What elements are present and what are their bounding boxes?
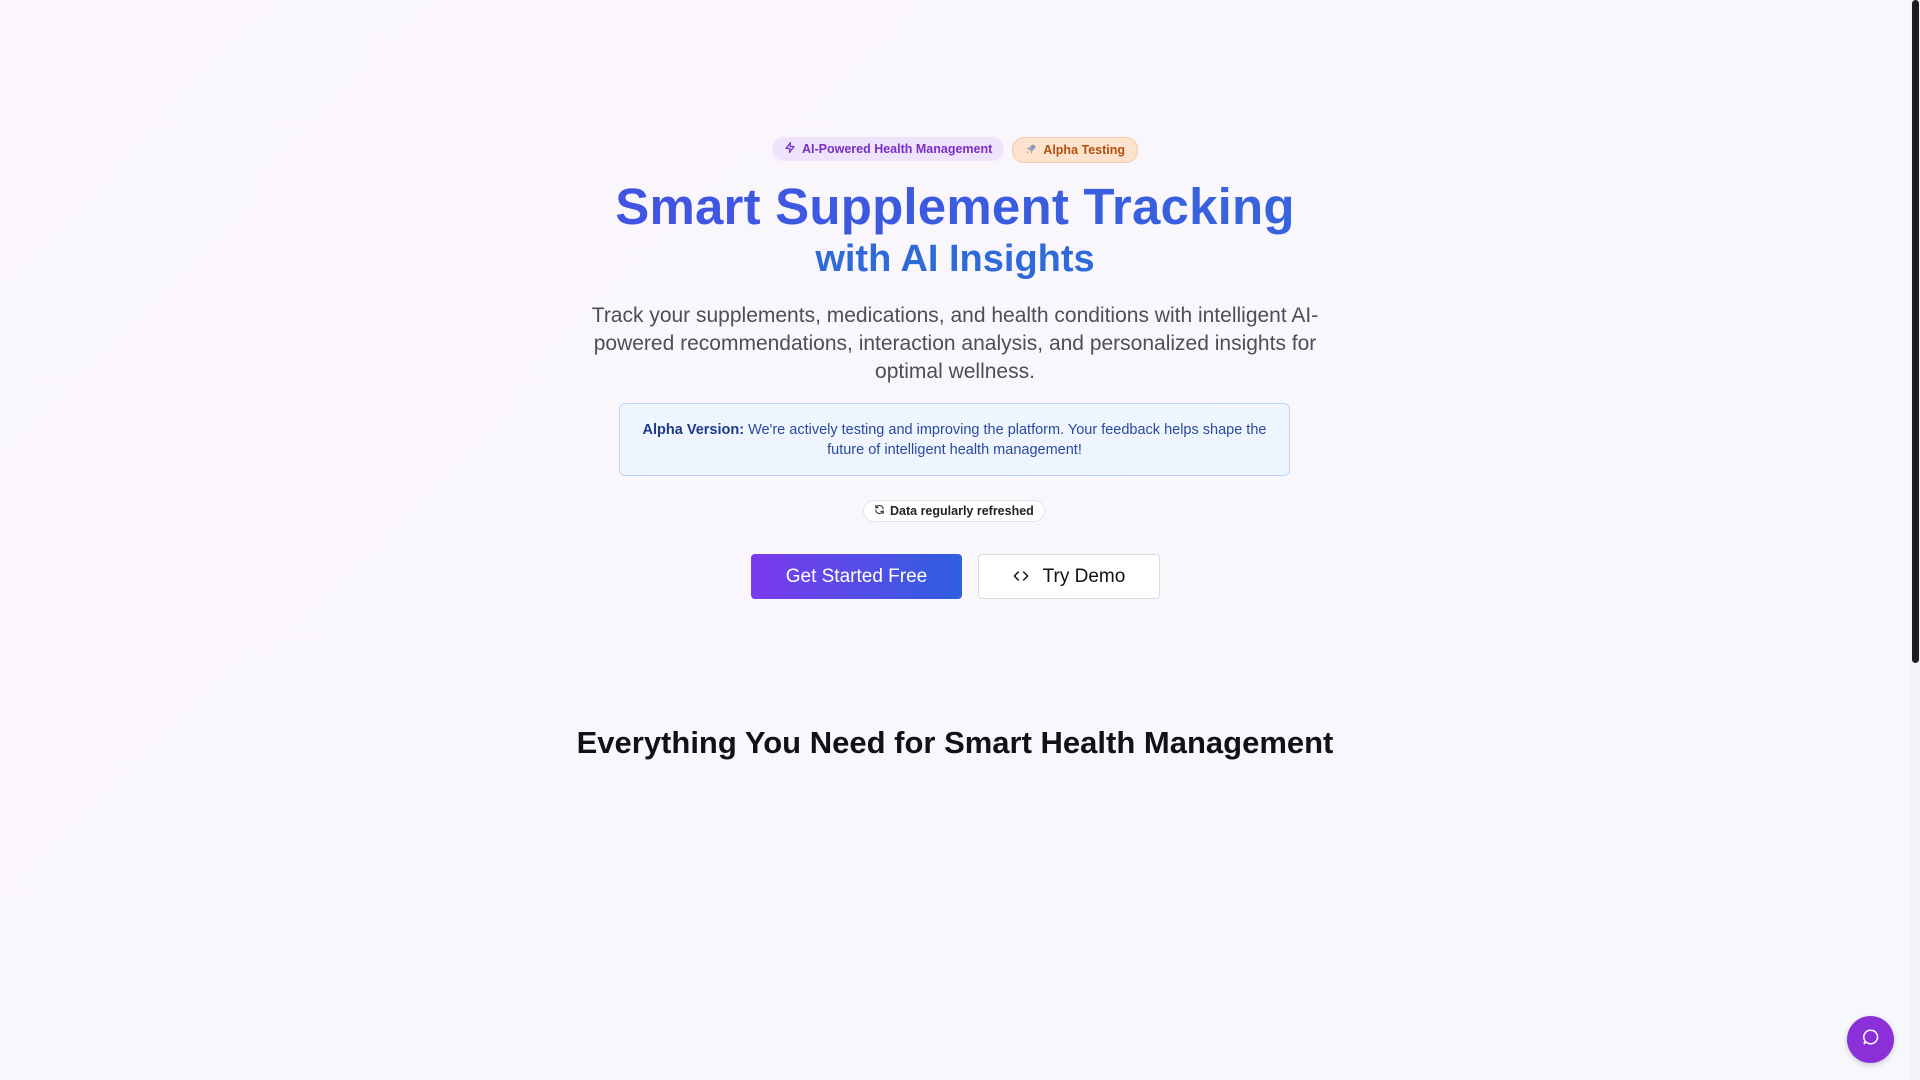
ai-powered-badge-label: AI-Powered Health Management: [801, 142, 993, 156]
cta-row: Get Started Free Try Demo: [751, 554, 1160, 599]
alpha-notice: Alpha Version: We're actively testing an…: [619, 403, 1290, 476]
chat-bubble-icon: [1862, 1028, 1880, 1051]
rocket-icon: [1025, 143, 1037, 158]
get-started-button[interactable]: Get Started Free: [751, 554, 962, 599]
landing-page: AI-Powered Health Management Alpha Testi…: [0, 0, 1910, 1080]
alpha-testing-badge-label: Alpha Testing: [1043, 143, 1126, 157]
page-title: Smart Supplement Tracking: [0, 176, 1910, 238]
badge-row: AI-Powered Health Management Alpha Testi…: [0, 137, 1910, 163]
ai-powered-badge: AI-Powered Health Management: [771, 137, 1005, 161]
try-demo-label: Try Demo: [1042, 565, 1126, 587]
page-subtitle: with AI Insights: [815, 238, 1095, 280]
data-refresh-label: Data regularly refreshed: [890, 504, 1034, 518]
code-icon: [1013, 566, 1029, 588]
alpha-testing-badge: Alpha Testing: [1012, 137, 1139, 163]
scrollbar-thumb[interactable]: [1912, 0, 1919, 663]
scrollbar[interactable]: [1910, 0, 1920, 1080]
data-refresh-status: Data regularly refreshed: [863, 500, 1045, 522]
lightning-icon: [784, 141, 796, 157]
alpha-notice-text: We're actively testing and improving the…: [748, 422, 1267, 458]
features-section-title: Everything You Need for Smart Health Man…: [576, 725, 1334, 760]
alpha-notice-label: Alpha Version:: [642, 422, 745, 438]
hero-description: Track your supplements, medications, and…: [591, 304, 1319, 383]
chat-button[interactable]: [1847, 1016, 1894, 1063]
refresh-icon: [874, 504, 885, 518]
try-demo-button[interactable]: Try Demo: [978, 554, 1160, 599]
